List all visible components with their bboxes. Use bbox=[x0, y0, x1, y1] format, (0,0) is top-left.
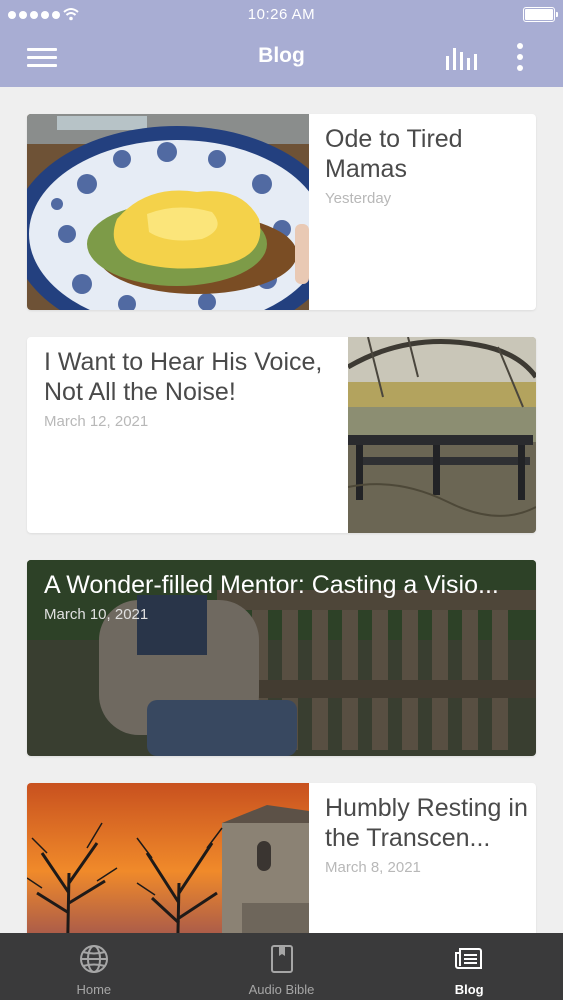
status-bar: 10:26 AM bbox=[0, 0, 563, 30]
battery-icon bbox=[523, 7, 558, 22]
tab-label: Blog bbox=[454, 982, 484, 997]
post-title: Humbly Resting in the Transcen... bbox=[325, 794, 528, 852]
tab-label: Home bbox=[76, 982, 112, 997]
post-text: A Wonder-filled Mentor: Casting a Visio.… bbox=[44, 570, 524, 623]
post-card[interactable]: Ode to Tired Mamas Yesterday bbox=[27, 114, 536, 310]
status-time: 10:26 AM bbox=[247, 6, 316, 23]
more-options-button[interactable] bbox=[508, 42, 532, 74]
post-text: I Want to Hear His Voice, Not All the No… bbox=[44, 347, 339, 430]
post-image bbox=[348, 337, 536, 533]
book-icon bbox=[270, 945, 293, 973]
post-card[interactable]: A Wonder-filled Mentor: Casting a Visio.… bbox=[27, 560, 536, 756]
post-text: Ode to Tired Mamas Yesterday bbox=[325, 124, 525, 207]
post-image bbox=[27, 114, 309, 310]
post-card[interactable]: I Want to Hear His Voice, Not All the No… bbox=[27, 337, 536, 533]
globe-icon bbox=[79, 945, 108, 973]
post-title: I Want to Hear His Voice, Not All the No… bbox=[44, 348, 323, 406]
post-text: Humbly Resting in the Transcen... March … bbox=[325, 793, 530, 876]
post-title: Ode to Tired Mamas bbox=[325, 125, 463, 183]
tab-bar: Home Audio Bible Blog bbox=[0, 933, 563, 1000]
post-title: A Wonder-filled Mentor: Casting a Visio.… bbox=[44, 571, 499, 599]
tab-audio-bible[interactable]: Audio Bible bbox=[188, 933, 376, 1000]
post-date: March 8, 2021 bbox=[325, 859, 421, 876]
nav-bar: Blog bbox=[0, 30, 563, 87]
tab-label: Audio Bible bbox=[248, 982, 315, 997]
post-date: March 10, 2021 bbox=[44, 606, 149, 623]
post-date: March 12, 2021 bbox=[44, 413, 149, 430]
tab-blog[interactable]: Blog bbox=[375, 933, 563, 1000]
blog-icon bbox=[455, 948, 483, 969]
app-header: 10:26 AM Blog bbox=[0, 0, 563, 87]
bar-chart-icon[interactable] bbox=[440, 42, 480, 74]
tab-home[interactable]: Home bbox=[0, 933, 188, 1000]
post-date: Yesterday bbox=[325, 190, 392, 207]
